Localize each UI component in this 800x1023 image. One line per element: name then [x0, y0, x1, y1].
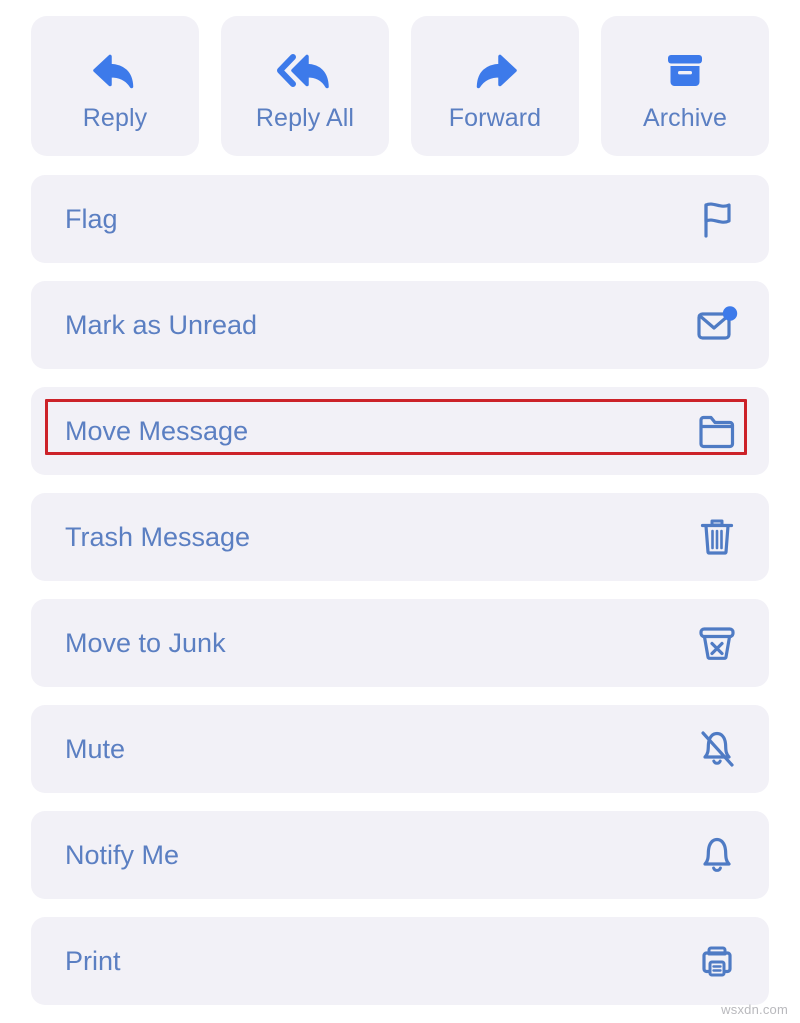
- mail-action-menu-screen: Reply Reply All Forward Archive Flag Mar…: [0, 0, 800, 1023]
- reply-all-label: Reply All: [255, 104, 355, 132]
- menu-item-label: Trash Message: [65, 521, 251, 552]
- reply-all-button[interactable]: Reply All: [221, 16, 389, 156]
- menu-item-label: Mute: [65, 733, 126, 764]
- menu-item-mark-as-unread[interactable]: Mark as Unread: [31, 281, 769, 369]
- menu-item-notify-me[interactable]: Notify Me: [31, 811, 769, 899]
- bell-slash-icon: [695, 727, 739, 771]
- archive-button[interactable]: Archive: [601, 16, 769, 156]
- reply-label: Reply: [82, 104, 148, 132]
- reply-button[interactable]: Reply: [31, 16, 199, 156]
- menu-item-label: Move to Junk: [65, 627, 226, 658]
- reply-all-arrow-icon: [276, 45, 334, 97]
- reply-arrow-icon: [90, 45, 140, 97]
- printer-icon: [695, 939, 739, 983]
- menu-item-label: Notify Me: [65, 839, 180, 870]
- menu-item-label: Flag: [65, 203, 118, 234]
- forward-arrow-icon: [470, 45, 520, 97]
- forward-label: Forward: [448, 104, 542, 132]
- envelope-badge-icon: [695, 303, 739, 347]
- menu-item-trash-message[interactable]: Trash Message: [31, 493, 769, 581]
- folder-icon: [695, 409, 739, 453]
- flag-icon: [695, 197, 739, 241]
- bell-icon: [695, 833, 739, 877]
- menu-item-label: Move Message: [65, 415, 249, 446]
- menu-item-move-to-junk[interactable]: Move to Junk: [31, 599, 769, 687]
- menu-item-label: Print: [65, 945, 121, 976]
- menu-item-print[interactable]: Print: [31, 917, 769, 1005]
- menu-item-mute[interactable]: Mute: [31, 705, 769, 793]
- archive-label: Archive: [642, 104, 728, 132]
- archive-box-icon: [662, 45, 708, 97]
- trash-can-icon: [695, 515, 739, 559]
- forward-button[interactable]: Forward: [411, 16, 579, 156]
- action-list: Flag Mark as Unread Move Message Trash M…: [31, 175, 769, 1023]
- menu-item-move-message[interactable]: Move Message: [31, 387, 769, 475]
- menu-item-flag[interactable]: Flag: [31, 175, 769, 263]
- junk-bin-x-icon: [695, 621, 739, 665]
- menu-item-label: Mark as Unread: [65, 309, 258, 340]
- watermark-text: wsxdn.com: [721, 1002, 788, 1017]
- quick-action-row: Reply Reply All Forward Archive: [31, 16, 769, 156]
